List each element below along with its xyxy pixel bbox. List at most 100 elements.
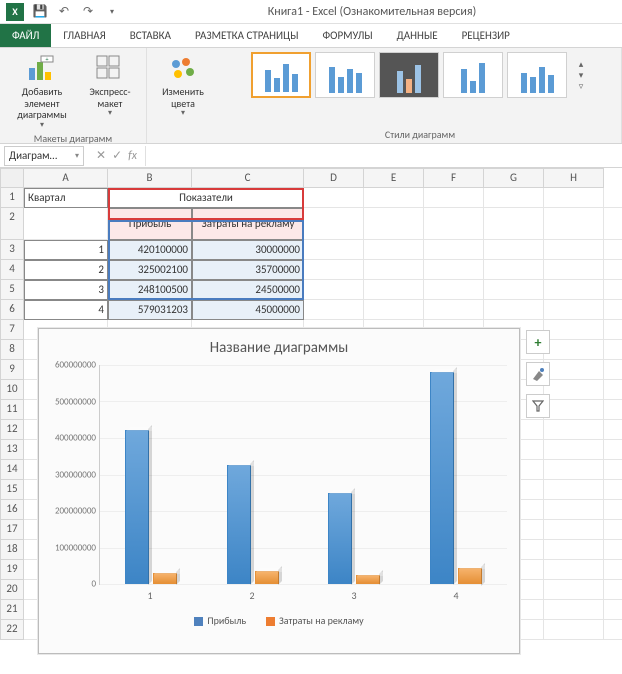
cell[interactable]	[604, 260, 622, 280]
bar-adspend[interactable]	[255, 571, 279, 584]
add-chart-element-button[interactable]: + Добавить элемент диаграммы ▾	[8, 52, 76, 130]
row-header[interactable]: 6	[0, 300, 24, 320]
cell[interactable]	[424, 188, 484, 208]
cell[interactable]	[604, 460, 622, 480]
row-header[interactable]: 4	[0, 260, 24, 280]
cell[interactable]	[604, 208, 622, 240]
cell[interactable]: Затраты на рекламу	[192, 208, 304, 240]
row-header[interactable]: 14	[0, 460, 24, 480]
cell[interactable]	[604, 560, 622, 580]
row-header[interactable]: 10	[0, 380, 24, 400]
fx-icon[interactable]: fx	[128, 149, 137, 163]
col-header[interactable]: H	[544, 168, 604, 188]
redo-icon[interactable]: ↷	[80, 4, 96, 20]
tab-page-layout[interactable]: РАЗМЕТКА СТРАНИЦЫ	[183, 24, 311, 47]
bar-adspend[interactable]	[458, 568, 482, 585]
chart-title[interactable]: Название диаграммы	[39, 329, 519, 361]
cell[interactable]	[544, 360, 604, 380]
bar-profit[interactable]	[430, 372, 454, 584]
cell[interactable]	[304, 300, 364, 320]
bar-group[interactable]	[227, 465, 279, 584]
cell[interactable]	[364, 240, 424, 260]
cell[interactable]	[304, 188, 364, 208]
bar-group[interactable]	[125, 430, 177, 584]
cell[interactable]: 248100500	[108, 280, 192, 300]
cell[interactable]: Квартал	[24, 188, 108, 208]
cell[interactable]: 45000000	[192, 300, 304, 320]
cell[interactable]	[24, 208, 108, 240]
save-icon[interactable]: 💾	[32, 4, 48, 20]
cell[interactable]	[544, 620, 604, 640]
col-header[interactable]: B	[108, 168, 192, 188]
row-header[interactable]: 20	[0, 580, 24, 600]
chart-plot-area[interactable]: 0100000000200000000300000000400000000500…	[99, 365, 507, 585]
gallery-down-icon[interactable]: ▾	[579, 70, 584, 81]
row-header[interactable]: 12	[0, 420, 24, 440]
cell[interactable]	[484, 188, 544, 208]
cell[interactable]	[424, 280, 484, 300]
cell[interactable]	[604, 540, 622, 560]
select-all-corner[interactable]	[0, 168, 24, 188]
row-header[interactable]: 5	[0, 280, 24, 300]
cell[interactable]	[604, 340, 622, 360]
cell[interactable]	[544, 320, 604, 340]
cell[interactable]	[304, 240, 364, 260]
tab-formulas[interactable]: ФОРМУЛЫ	[310, 24, 384, 47]
cell[interactable]	[424, 208, 484, 240]
cell[interactable]	[604, 380, 622, 400]
enter-icon[interactable]: ✓	[112, 148, 122, 163]
cell[interactable]	[604, 400, 622, 420]
cell[interactable]	[544, 300, 604, 320]
cell[interactable]: Показатели	[108, 188, 304, 208]
cell[interactable]	[544, 460, 604, 480]
cell[interactable]	[604, 600, 622, 620]
cell[interactable]: 325002100	[108, 260, 192, 280]
cell[interactable]	[544, 280, 604, 300]
row-header[interactable]: 11	[0, 400, 24, 420]
cell[interactable]	[424, 260, 484, 280]
chart-style-thumb-4[interactable]	[443, 52, 503, 98]
bar-adspend[interactable]	[356, 575, 380, 584]
cell[interactable]	[304, 260, 364, 280]
cell[interactable]: 3	[24, 280, 108, 300]
row-header[interactable]: 16	[0, 500, 24, 520]
cell[interactable]	[604, 580, 622, 600]
chart-style-thumb-3[interactable]	[379, 52, 439, 98]
cell[interactable]	[544, 480, 604, 500]
cell[interactable]: 35700000	[192, 260, 304, 280]
tab-data[interactable]: ДАННЫЕ	[385, 24, 450, 47]
row-header[interactable]: 21	[0, 600, 24, 620]
row-header[interactable]: 7	[0, 320, 24, 340]
cell[interactable]	[544, 440, 604, 460]
col-header[interactable]: A	[24, 168, 108, 188]
cell[interactable]: 24500000	[192, 280, 304, 300]
row-header[interactable]: 8	[0, 340, 24, 360]
bar-profit[interactable]	[125, 430, 149, 584]
cell[interactable]	[604, 520, 622, 540]
cell[interactable]: 1	[24, 240, 108, 260]
undo-icon[interactable]: ↶	[56, 4, 72, 20]
bar-group[interactable]	[328, 493, 380, 584]
cell[interactable]	[544, 420, 604, 440]
row-header[interactable]: 3	[0, 240, 24, 260]
change-colors-button[interactable]: Изменить цвета ▾	[155, 52, 211, 118]
cell[interactable]	[364, 188, 424, 208]
cell[interactable]	[604, 300, 622, 320]
cell[interactable]	[424, 240, 484, 260]
cell[interactable]: 420100000	[108, 240, 192, 260]
row-header[interactable]: 1	[0, 188, 24, 208]
bar-profit[interactable]	[227, 465, 251, 584]
cancel-icon[interactable]: ✕	[96, 148, 106, 163]
row-header[interactable]: 15	[0, 480, 24, 500]
gallery-more-icon[interactable]: ▿	[579, 81, 584, 92]
cell[interactable]	[364, 280, 424, 300]
col-header[interactable]: F	[424, 168, 484, 188]
tab-insert[interactable]: ВСТАВКА	[118, 24, 183, 47]
cell[interactable]	[424, 300, 484, 320]
cell[interactable]	[544, 540, 604, 560]
chart-legend[interactable]: Прибыль Затраты на рекламу	[39, 614, 519, 627]
cell[interactable]: Прибыль	[108, 208, 192, 240]
cell[interactable]: 4	[24, 300, 108, 320]
tab-home[interactable]: ГЛАВНАЯ	[51, 24, 117, 47]
cell[interactable]	[484, 208, 544, 240]
